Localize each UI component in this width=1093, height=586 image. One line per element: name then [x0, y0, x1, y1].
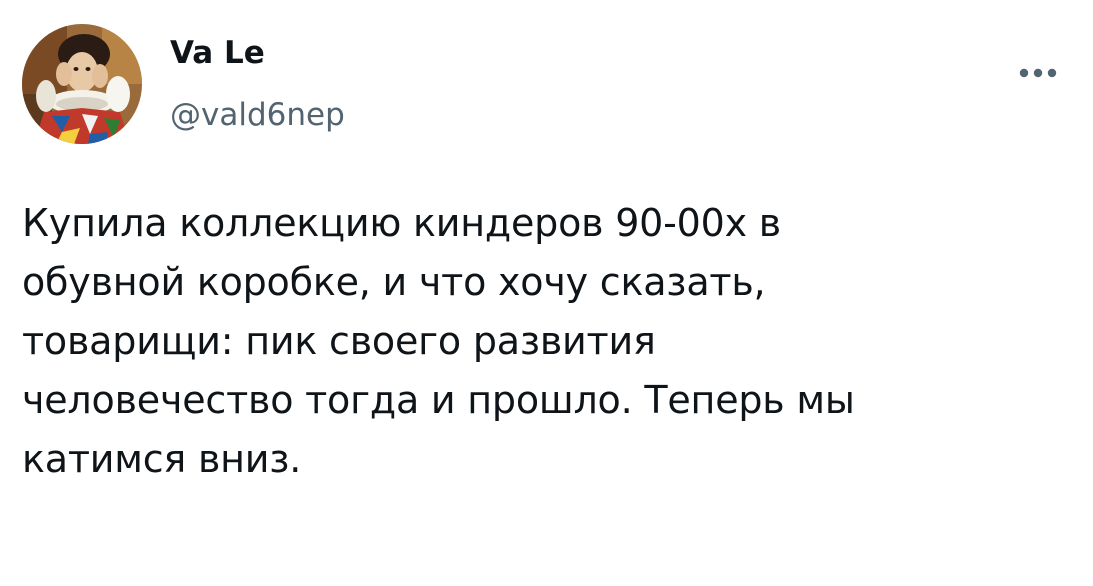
avatar-painting-image [22, 24, 142, 144]
author-handle[interactable]: @vald6nep [170, 95, 345, 135]
tweet-card: Va Le @vald6nep Купила коллекцию киндеро… [0, 0, 1093, 586]
tweet-text: Купила коллекцию киндеров 90-00х в обувн… [22, 201, 855, 481]
avatar[interactable] [22, 24, 142, 144]
more-options-button[interactable] [1006, 50, 1070, 96]
more-horizontal-icon [1019, 68, 1057, 78]
author-display-name[interactable]: Va Le [170, 33, 265, 73]
